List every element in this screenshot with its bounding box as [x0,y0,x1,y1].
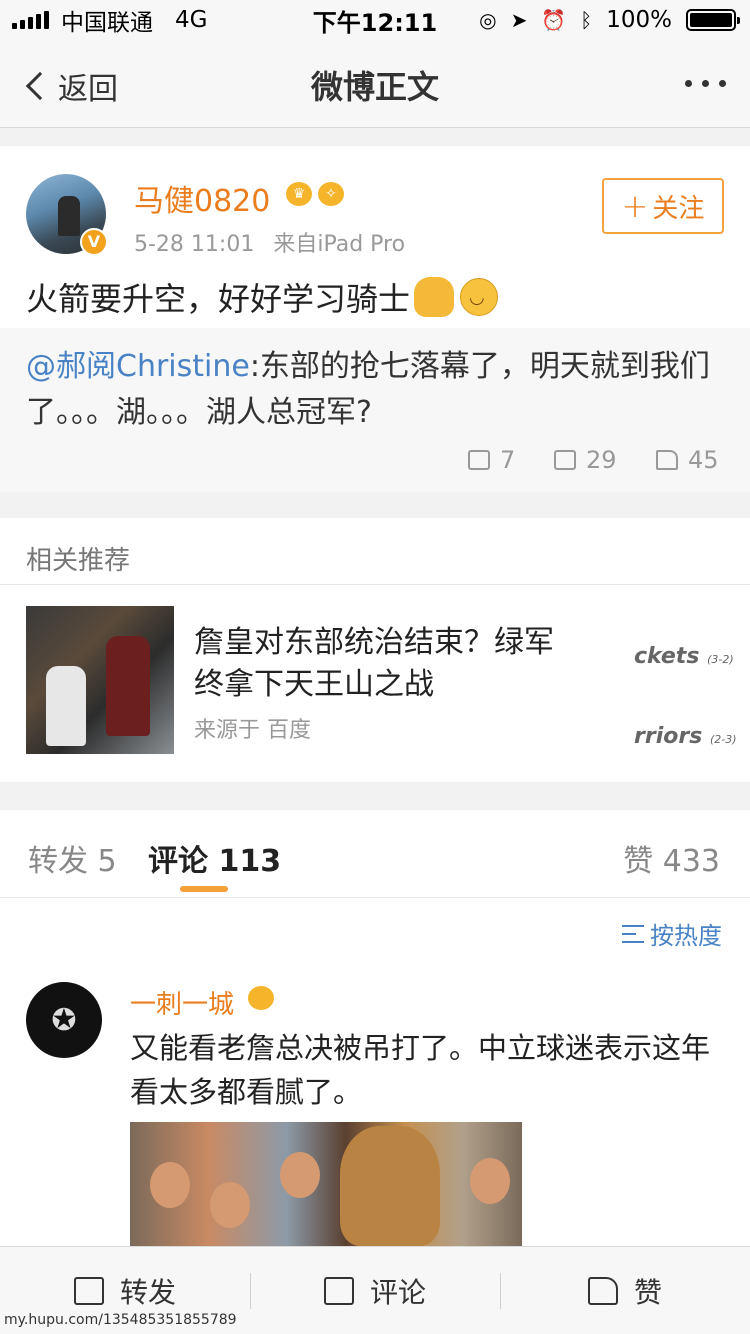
comments-section: 按热度 ✪ 一刺一城 又能看老詹总决被吊打了。中立球迷表示这年看太多都看腻了。 [0,898,750,1246]
comment-button[interactable]: 评论 [250,1247,500,1334]
comment-label: 评论 [369,1276,426,1309]
repost-stats: 7 29 45 [0,440,750,480]
related-source: 来源于 百度 [194,718,311,743]
tab-comments[interactable]: 评论 113 [148,836,281,880]
thumbs-up-emoji-icon [414,277,455,317]
side-text-2: rriors [634,724,703,749]
post-meta: 5-28 11:01 来自iPad Pro [134,226,405,258]
post-card: V 马健0820 ♛ ✧ 5-28 11:01 来自iPad Pro + 关注 … [0,146,750,492]
repost-count[interactable]: 7 [468,446,515,474]
battery-fill [690,13,732,27]
comment-text: 又能看老詹总决被吊打了。中立球迷表示这年看太多都看腻了。 [130,1031,711,1109]
sort-label: 按热度 [650,922,722,950]
status-bar: 中国联通 4G 下午12:11 ◎ ➤ ⏰ ᛒ 100% [0,0,750,40]
repost-user-link[interactable]: @郝阅Christine [26,349,250,384]
crown-icon: ♛ [286,182,312,206]
comment-author[interactable]: 一刺一城 [130,984,234,1021]
watermark: my.hupu.com/135485351855789 [4,1312,237,1328]
battery-icon [686,9,740,31]
bluetooth-icon: ᛒ [580,8,593,32]
comment-avatar[interactable]: ✪ [26,982,102,1058]
related-thumbnail[interactable] [26,606,174,754]
status-icons: ◎ ➤ ⏰ ᛒ 100% [479,7,740,33]
tab-underline [180,886,228,892]
follow-label: 关注 [652,193,705,224]
comment-count[interactable]: 29 [554,446,617,474]
alarm-icon: ⏰ [541,8,567,32]
chevron-left-icon [25,71,55,101]
repost-text: @郝阅Christine:东部的抢七落幕了，明天就到我们了。。。湖。。。湖人总冠… [26,344,726,436]
crown-icon [248,986,274,1010]
related-side-image: ckets (3-2) rriors (2-3) [634,614,737,754]
side-text-1-small: (3-2) [707,653,734,666]
repost-label: 转发 [119,1276,176,1309]
comment-icon [323,1277,354,1305]
follow-button[interactable]: + 关注 [602,178,724,234]
repost-box[interactable]: @郝阅Christine:东部的抢七落幕了，明天就到我们了。。。湖。。。湖人总冠… [0,328,750,492]
post-author[interactable]: 马健0820 [134,176,270,220]
comment-icon [554,450,576,470]
like-button[interactable]: 赞 [500,1247,750,1334]
battery-percent: 100% [606,7,672,33]
side-text-1: ckets [634,644,700,669]
comment-count-value: 29 [586,446,617,474]
related-section: 相关推荐 詹皇对东部统治结束？绿军终拿下天王山之战 来源于 百度 ckets (… [0,518,750,782]
post-text: 火箭要升空，好好学习骑士 [26,280,411,318]
verified-badge-icon: V [80,228,108,256]
plus-icon: + [621,187,649,225]
repost-count-value: 7 [500,446,516,474]
like-label: 赞 [633,1276,662,1309]
comment-image[interactable] [130,1122,522,1246]
tab-bar: 转发 5 评论 113 赞 433 [0,810,750,898]
post-time: 5-28 11:01 [134,232,255,257]
location-icon: ➤ [510,8,528,32]
back-button[interactable]: 返回 [22,64,118,108]
thumbs-up-icon [656,450,678,470]
smile-emoji-icon [460,278,499,316]
post-text-row: 火箭要升空，好好学习骑士 [26,274,499,320]
share-icon [73,1277,104,1305]
sort-icon [622,924,644,943]
lock-rotation-icon: ◎ [479,8,497,32]
related-title: 相关推荐 [26,546,131,576]
tab-likes[interactable]: 赞 433 [623,836,720,880]
post-source: 来自iPad Pro [273,232,406,257]
related-headline[interactable]: 詹皇对东部统治结束？绿军终拿下天王山之战 [194,622,564,706]
more-icon[interactable] [685,80,726,87]
member-badge-icon: ✧ [318,182,344,206]
like-count-value: 45 [688,446,719,474]
like-count[interactable]: 45 [656,446,719,474]
divider [0,584,750,585]
back-label: 返回 [58,72,118,107]
thumbs-up-icon [587,1277,618,1305]
tab-reposts[interactable]: 转发 5 [28,836,117,880]
nav-bar: 返回 微博正文 [0,40,750,128]
side-text-2-small: (2-3) [709,733,737,746]
sort-button[interactable]: 按热度 [622,916,722,951]
share-icon [468,450,490,470]
